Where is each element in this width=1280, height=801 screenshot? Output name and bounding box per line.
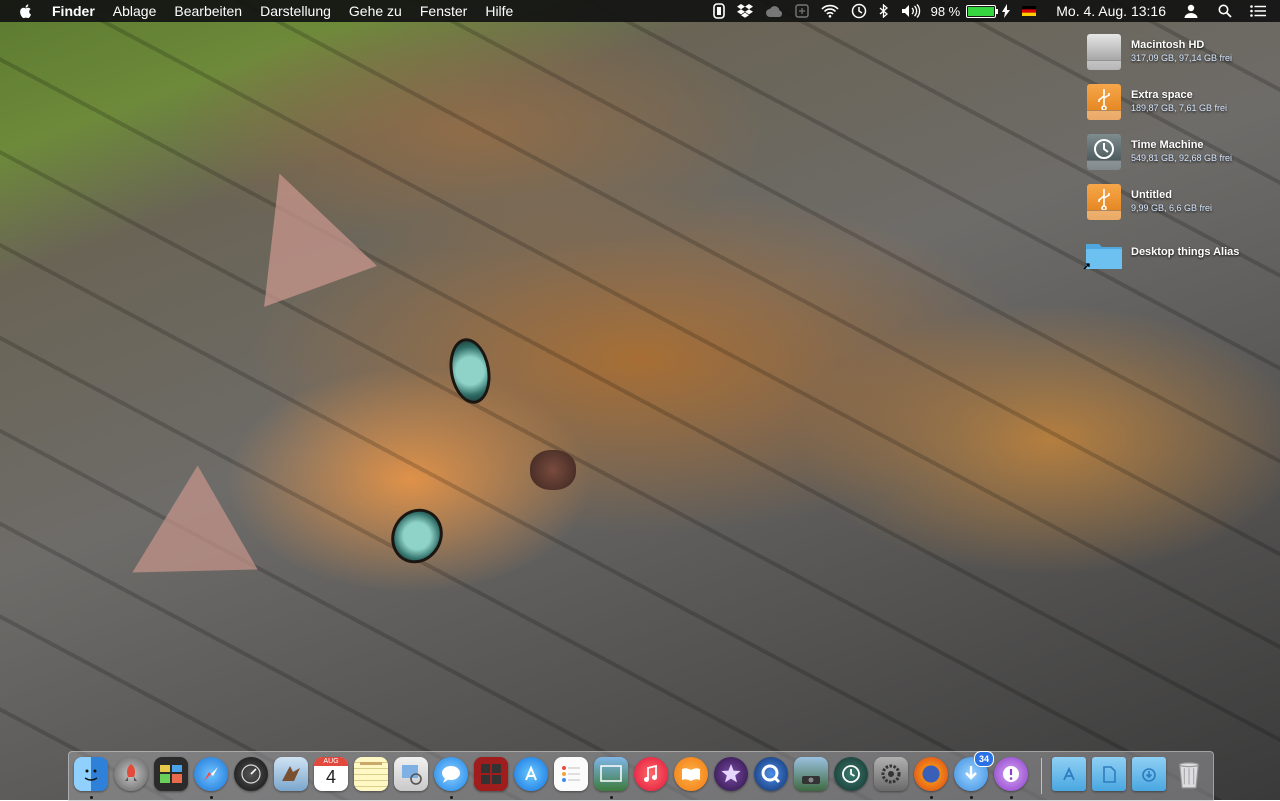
wifi-icon[interactable]: [821, 0, 839, 22]
cat-nose: [530, 450, 576, 490]
running-indicator: [90, 796, 93, 799]
german-flag-icon[interactable]: [1022, 6, 1037, 16]
dock-downloads-folder-icon[interactable]: [1132, 757, 1166, 791]
apple-menu-icon[interactable]: [18, 3, 34, 19]
notification-center-icon[interactable]: [1250, 0, 1266, 22]
calendar-month-label: AUG: [314, 757, 348, 766]
volume-icon[interactable]: [901, 0, 921, 22]
dock-time-machine-icon[interactable]: [834, 757, 868, 791]
menu-bar: Finder Ablage Bearbeiten Darstellung Geh…: [0, 0, 1280, 22]
bluetooth-icon[interactable]: [879, 0, 889, 22]
battery-level-fill: [968, 6, 994, 16]
spotlight-icon[interactable]: [1218, 0, 1232, 22]
menu-fenster[interactable]: Fenster: [411, 3, 476, 19]
menu-gehe-zu[interactable]: Gehe zu: [340, 3, 411, 19]
notification-badge: 34: [974, 751, 994, 767]
battery-icon[interactable]: [966, 4, 999, 18]
dock-mission-control-icon[interactable]: [154, 757, 188, 791]
dock-reminders-icon[interactable]: [554, 757, 588, 791]
running-indicator: [450, 796, 453, 799]
desktop-item-name: Untitled: [1131, 189, 1172, 201]
menu-bar-clock[interactable]: Mo. 4. Aug. 13:16: [1056, 3, 1166, 19]
dock-launchpad-icon[interactable]: [114, 757, 148, 791]
running-indicator: [930, 796, 933, 799]
app-menu-icon[interactable]: [712, 0, 725, 22]
desktop-item-info: 189,87 GB, 7,61 GB frei: [1131, 103, 1228, 113]
dock-documents-folder-icon[interactable]: [1092, 757, 1126, 791]
desktop-item-time-machine[interactable]: Time Machine 549,81 GB, 92,68 GB frei: [1085, 132, 1232, 172]
desktop-item-extra-space[interactable]: Extra space 189,87 GB, 7,61 GB frei: [1085, 82, 1227, 122]
desktop-item-info: 9,99 GB, 6,6 GB frei: [1131, 203, 1213, 213]
dock-photo-booth-icon[interactable]: [474, 757, 508, 791]
dock-imovie-icon[interactable]: [714, 757, 748, 791]
folder-alias-icon: [1083, 236, 1123, 276]
dock: AUG 4 34: [68, 751, 1214, 801]
running-indicator: [970, 796, 973, 799]
dock-firefox-icon[interactable]: [914, 757, 948, 791]
menu-hilfe[interactable]: Hilfe: [476, 3, 522, 19]
cloud-icon[interactable]: [765, 0, 783, 22]
dock-notes-icon[interactable]: [354, 757, 388, 791]
menu-ablage[interactable]: Ablage: [104, 3, 166, 19]
dock-downloader-icon[interactable]: 34: [954, 751, 994, 791]
time-machine-icon[interactable]: [851, 0, 867, 22]
battery-percentage[interactable]: 98 %: [931, 4, 961, 19]
dock-image-capture-icon[interactable]: [794, 757, 828, 791]
menu-darstellung[interactable]: Darstellung: [251, 3, 340, 19]
desktop-item-name: Time Machine: [1131, 139, 1204, 151]
calendar-day-label: 4: [325, 767, 336, 787]
running-indicator: [610, 796, 613, 799]
time-machine-drive-icon: [1085, 132, 1123, 172]
dock-dashboard-icon[interactable]: [234, 757, 268, 791]
dock-trash-icon[interactable]: [1172, 757, 1206, 791]
menu-app-finder[interactable]: Finder: [52, 3, 104, 19]
dropbox-icon[interactable]: [736, 0, 753, 22]
dock-finder-icon[interactable]: [74, 757, 108, 791]
desktop-item-macintosh-hd[interactable]: Macintosh HD 317,09 GB, 97,14 GB frei: [1085, 32, 1232, 72]
user-icon[interactable]: [1184, 0, 1198, 22]
dock-iphoto-icon[interactable]: [594, 757, 628, 791]
desktop-item-info: 317,09 GB, 97,14 GB frei: [1131, 53, 1233, 63]
dock-system-preferences-icon[interactable]: [874, 757, 908, 791]
dock-itunes-icon[interactable]: [634, 757, 668, 791]
dock-messages-icon[interactable]: [434, 757, 468, 791]
menu-bearbeiten[interactable]: Bearbeiten: [165, 3, 251, 19]
desktop-item-info: 549,81 GB, 92,68 GB frei: [1131, 153, 1233, 163]
dock-ibooks-icon[interactable]: [674, 757, 708, 791]
usb-drive-icon: [1085, 82, 1123, 122]
charging-icon: [1002, 0, 1011, 22]
usb-drive-icon: [1085, 182, 1123, 222]
dock-podcast-icon[interactable]: [994, 757, 1028, 791]
dock-safari-icon[interactable]: [194, 757, 228, 791]
dock-applications-folder-icon[interactable]: [1052, 757, 1086, 791]
dock-preview-icon[interactable]: [394, 757, 428, 791]
desktop-item-desktop-things-alias[interactable]: Desktop things Alias: [1083, 236, 1240, 276]
dock-calendar-icon[interactable]: AUG 4: [314, 757, 348, 791]
running-indicator: [210, 796, 213, 799]
hard-drive-icon: [1085, 32, 1123, 72]
dock-app-store-icon[interactable]: [514, 757, 548, 791]
running-indicator: [1010, 796, 1013, 799]
dock-mail-icon[interactable]: [274, 757, 308, 791]
dock-quicktime-icon[interactable]: [754, 757, 788, 791]
desktop-item-name: Extra space: [1131, 89, 1193, 101]
dock-separator: [1041, 758, 1042, 794]
desktop-item-name: Macintosh HD: [1131, 39, 1205, 51]
desktop-item-name: Desktop things Alias: [1131, 246, 1240, 258]
gpu-icon[interactable]: [794, 0, 809, 22]
desktop-item-untitled[interactable]: Untitled 9,99 GB, 6,6 GB frei: [1085, 182, 1212, 222]
